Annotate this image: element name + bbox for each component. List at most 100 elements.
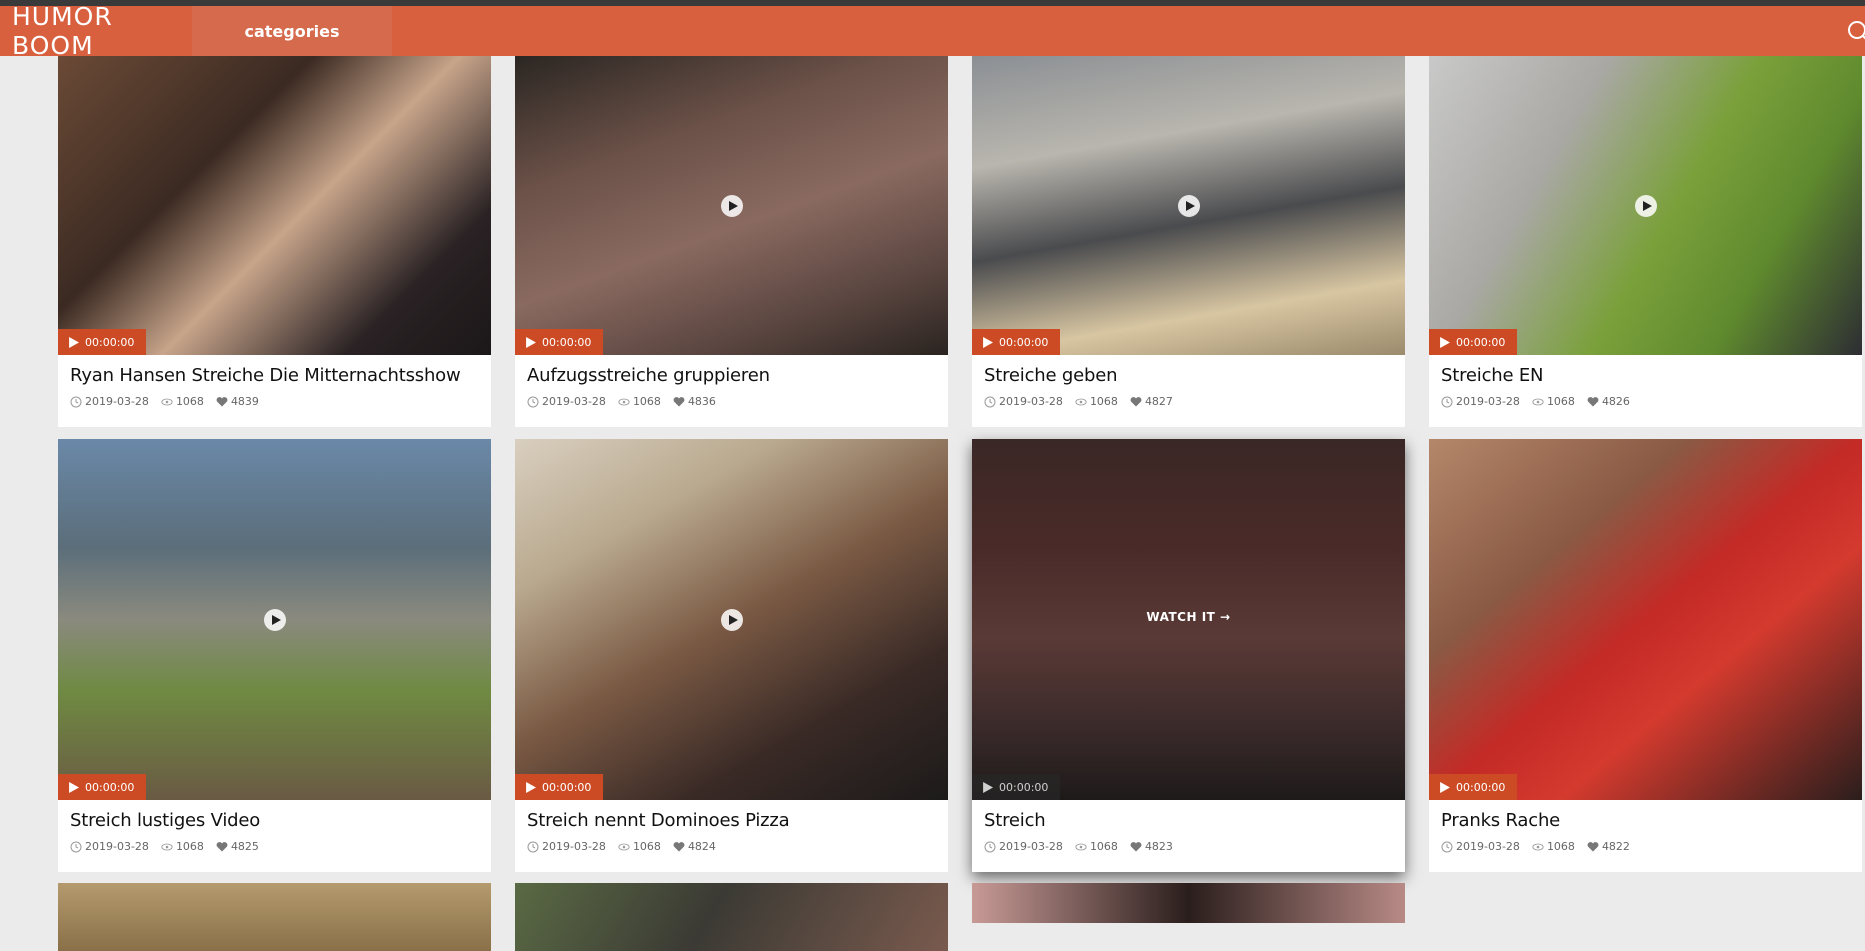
video-card[interactable]: 00:00:00 Streich lustiges Video 2019-03-… bbox=[58, 439, 491, 872]
duration-text: 00:00:00 bbox=[542, 335, 592, 349]
video-card[interactable]: WATCH IT → 00:00:00 Streich 2019-03-28 1… bbox=[972, 439, 1405, 872]
video-title[interactable]: Aufzugsstreiche gruppieren bbox=[527, 365, 936, 386]
duration-text: 00:00:00 bbox=[85, 780, 135, 794]
video-title[interactable]: Streich nennt Dominoes Pizza bbox=[527, 810, 936, 831]
heart-icon[interactable] bbox=[673, 841, 685, 853]
views-count: 1068 bbox=[1089, 840, 1118, 853]
duration-text: 00:00:00 bbox=[1456, 335, 1506, 349]
duration-text: 00:00:00 bbox=[999, 780, 1049, 794]
video-thumbnail[interactable]: WATCH IT → 00:00:00 bbox=[972, 439, 1405, 800]
heart-icon[interactable] bbox=[1587, 841, 1599, 853]
nav-categories[interactable]: categories bbox=[192, 6, 392, 56]
date-text: 2019-03-28 bbox=[85, 395, 149, 408]
video-thumbnail[interactable]: 00:00:00 bbox=[58, 56, 491, 355]
video-card[interactable]: 00:00:00 Streiche EN 2019-03-28 1068 482… bbox=[1429, 56, 1862, 427]
video-title[interactable]: Ryan Hansen Streiche Die Mitternachtssho… bbox=[70, 365, 479, 386]
video-title[interactable]: Streiche EN bbox=[1441, 365, 1850, 386]
likes-count: 4824 bbox=[687, 840, 716, 853]
video-thumbnail[interactable]: 00:00:00 bbox=[1429, 439, 1862, 800]
video-meta: 2019-03-28 1068 4827 bbox=[984, 395, 1393, 408]
video-meta: 2019-03-28 1068 4823 bbox=[984, 840, 1393, 853]
video-title[interactable]: Streich bbox=[984, 810, 1393, 831]
clock-icon bbox=[1441, 841, 1453, 852]
video-title[interactable]: Streich lustiges Video bbox=[70, 810, 479, 831]
clock-icon bbox=[527, 396, 539, 407]
play-button[interactable] bbox=[720, 194, 743, 217]
video-meta: 2019-03-28 1068 4824 bbox=[527, 840, 936, 853]
eye-icon bbox=[1075, 843, 1087, 850]
clock-icon bbox=[984, 841, 996, 852]
video-title[interactable]: Pranks Rache bbox=[1441, 810, 1850, 831]
play-icon bbox=[271, 614, 281, 625]
video-thumbnail[interactable]: 00:00:00 bbox=[972, 56, 1405, 355]
clock-icon bbox=[70, 396, 82, 407]
clock-icon bbox=[984, 396, 996, 407]
duration-text: 00:00:00 bbox=[85, 335, 135, 349]
duration-badge: 00:00:00 bbox=[1429, 774, 1518, 800]
video-thumbnail[interactable]: 00:00:00 bbox=[515, 56, 948, 355]
video-thumbnail[interactable]: 00:00:00 bbox=[515, 439, 948, 800]
play-icon bbox=[728, 614, 738, 625]
video-thumbnail[interactable]: 00:00:00 bbox=[58, 439, 491, 800]
heart-icon[interactable] bbox=[216, 396, 228, 408]
play-button[interactable] bbox=[263, 608, 286, 631]
video-meta: 2019-03-28 1068 4839 bbox=[70, 395, 479, 408]
heart-icon[interactable] bbox=[673, 396, 685, 408]
duration-text: 00:00:00 bbox=[542, 780, 592, 794]
play-icon bbox=[1440, 781, 1450, 793]
eye-icon bbox=[1532, 843, 1544, 850]
eye-icon bbox=[618, 398, 630, 405]
video-card[interactable]: 00:00:00 Ryan Hansen Streiche Die Mitter… bbox=[58, 56, 491, 427]
likes-count: 4825 bbox=[230, 840, 259, 853]
search-icon[interactable] bbox=[1845, 18, 1865, 46]
video-card[interactable]: 00:00:00 Streiche geben 2019-03-28 1068 … bbox=[972, 56, 1405, 427]
likes-count: 4836 bbox=[687, 395, 716, 408]
date-text: 2019-03-28 bbox=[542, 395, 606, 408]
views-count: 1068 bbox=[1546, 840, 1575, 853]
video-meta: 2019-03-28 1068 4826 bbox=[1441, 395, 1850, 408]
date-text: 2019-03-28 bbox=[1456, 395, 1520, 408]
heart-icon[interactable] bbox=[216, 841, 228, 853]
likes-count: 4822 bbox=[1601, 840, 1630, 853]
play-button[interactable] bbox=[1177, 194, 1200, 217]
duration-badge: 00:00:00 bbox=[515, 329, 604, 355]
play-button[interactable] bbox=[1634, 194, 1657, 217]
views-count: 1068 bbox=[1089, 395, 1118, 408]
eye-icon bbox=[1532, 398, 1544, 405]
play-icon bbox=[1185, 200, 1195, 211]
video-title[interactable]: Streiche geben bbox=[984, 365, 1393, 386]
video-thumbnail[interactable]: 00:00:00 bbox=[1429, 56, 1862, 355]
heart-icon[interactable] bbox=[1130, 841, 1142, 853]
eye-icon bbox=[1075, 398, 1087, 405]
video-thumbnail-partial[interactable] bbox=[515, 883, 948, 951]
site-logo[interactable]: HUMOR BOOM bbox=[0, 2, 192, 60]
video-card[interactable]: 00:00:00 Streich nennt Dominoes Pizza 20… bbox=[515, 439, 948, 872]
video-card[interactable]: 00:00:00 Aufzugsstreiche gruppieren 2019… bbox=[515, 56, 948, 427]
duration-text: 00:00:00 bbox=[999, 335, 1049, 349]
video-thumbnail-partial[interactable] bbox=[58, 883, 491, 951]
views-count: 1068 bbox=[632, 840, 661, 853]
video-meta: 2019-03-28 1068 4836 bbox=[527, 395, 936, 408]
watch-it-link[interactable]: WATCH IT → bbox=[972, 610, 1405, 624]
play-icon bbox=[69, 781, 79, 793]
heart-icon[interactable] bbox=[1587, 396, 1599, 408]
clock-icon bbox=[70, 841, 82, 852]
video-thumbnail-partial[interactable] bbox=[972, 883, 1405, 923]
views-count: 1068 bbox=[1546, 395, 1575, 408]
eye-icon bbox=[161, 843, 173, 850]
play-button[interactable] bbox=[720, 608, 743, 631]
duration-badge: 00:00:00 bbox=[58, 329, 147, 355]
date-text: 2019-03-28 bbox=[999, 395, 1063, 408]
likes-count: 4823 bbox=[1144, 840, 1173, 853]
heart-icon[interactable] bbox=[1130, 396, 1142, 408]
play-icon bbox=[526, 781, 536, 793]
duration-badge: 00:00:00 bbox=[515, 774, 604, 800]
views-count: 1068 bbox=[175, 395, 204, 408]
play-icon bbox=[69, 336, 79, 348]
navbar: HUMOR BOOM categories bbox=[0, 2, 1865, 60]
play-icon bbox=[526, 336, 536, 348]
video-card[interactable]: 00:00:00 Pranks Rache 2019-03-28 1068 48… bbox=[1429, 439, 1862, 872]
views-count: 1068 bbox=[632, 395, 661, 408]
clock-icon bbox=[1441, 396, 1453, 407]
play-icon bbox=[983, 781, 993, 793]
